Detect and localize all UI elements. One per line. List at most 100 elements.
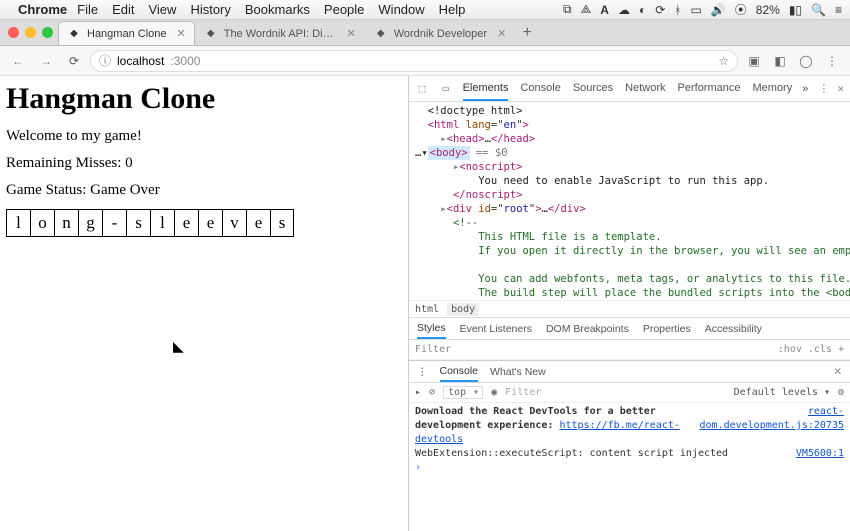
page-viewport: Hangman Clone Welcome to my game! Remain… — [0, 76, 408, 531]
letter-cell: v — [222, 209, 246, 237]
menubar-item[interactable]: File — [77, 2, 98, 17]
close-window-button[interactable] — [8, 27, 19, 38]
devtools-toolbar: ⬚ ▭ Elements Console Sources Network Perform… — [409, 76, 850, 102]
devtools-tab[interactable]: Memory — [753, 77, 793, 101]
devtools-close-icon[interactable]: ✕ — [837, 82, 844, 95]
cloud-icon: ☁︎ — [618, 3, 630, 17]
console-output[interactable]: Download the React DevTools for a better… — [409, 403, 850, 531]
extension-icon[interactable]: ▣ — [746, 53, 762, 69]
letter-cell: e — [198, 209, 222, 237]
close-tab-icon[interactable]: ✕ — [347, 27, 356, 40]
drawer-close-icon[interactable]: ✕ — [833, 366, 842, 378]
screenshare-icon: ⧉ — [563, 2, 572, 17]
letter-cell: o — [30, 209, 54, 237]
menubar-item[interactable]: Bookmarks — [245, 2, 310, 17]
mouse-cursor-icon: ◣ — [173, 338, 184, 355]
live-expression-icon[interactable]: ◉ — [491, 387, 497, 398]
favicon-icon: ◆ — [204, 27, 218, 41]
menubar-item[interactable]: Edit — [112, 2, 134, 17]
console-sidebar-icon[interactable]: ▸ — [415, 387, 421, 398]
devtools-tab[interactable]: Network — [625, 77, 665, 101]
browser-tab[interactable]: ◆ Hangman Clone ✕ — [58, 21, 195, 45]
letter-cell: - — [102, 209, 126, 237]
menubar-item[interactable]: History — [190, 2, 230, 17]
favicon-icon: ◆ — [67, 27, 81, 41]
console-levels-select[interactable]: Default levels ▾ — [734, 387, 830, 398]
drawer-menu-icon[interactable]: ⋮ — [417, 366, 428, 378]
profile-icon[interactable]: ◯ — [798, 53, 814, 69]
console-settings-icon[interactable]: ⚙ — [838, 387, 844, 398]
styles-tab[interactable]: DOM Breakpoints — [546, 320, 629, 338]
refresh-icon: ⟳ — [655, 3, 665, 17]
dom-tree[interactable]: <!doctype html> <html lang="en"> ▸<head>… — [409, 102, 850, 300]
inspect-element-icon[interactable]: ⬚ — [415, 82, 429, 95]
chrome-menu-icon[interactable]: ⋮ — [824, 53, 840, 69]
chrome-tabstrip: ◆ Hangman Clone ✕ ◆ The Wordnik API: Diction… — [0, 20, 850, 46]
toolbar-extensions: ▣ ◧ ◯ ⋮ — [742, 53, 844, 69]
more-tabs-icon[interactable]: » — [802, 83, 808, 95]
letter-cell: s — [270, 209, 294, 237]
dropbox-icon: ⟁ — [581, 2, 592, 17]
devtools-tab[interactable]: Performance — [678, 77, 741, 101]
devtools-drawer: ⋮ Console What's New ✕ ▸ ⊘ top ◉ Filter … — [409, 360, 850, 531]
extension-icon[interactable]: ◧ — [772, 53, 788, 69]
welcome-text: Welcome to my game! — [6, 128, 402, 145]
devtools-menu-icon[interactable]: ⋮ — [818, 82, 829, 95]
devtools-tab[interactable]: Sources — [573, 77, 613, 101]
back-button[interactable]: ← — [6, 49, 30, 73]
styles-tab[interactable]: Event Listeners — [460, 320, 532, 338]
volume-icon: 🔊 — [711, 3, 726, 17]
clear-console-icon[interactable]: ⊘ — [429, 387, 435, 398]
new-style-rule-icon[interactable]: + — [838, 344, 844, 355]
close-tab-icon[interactable]: ✕ — [497, 27, 506, 40]
browser-tab[interactable]: ◆ The Wordnik API: Dictionary D ✕ — [195, 21, 365, 45]
menubar-item[interactable]: Window — [378, 2, 424, 17]
console-context-select[interactable]: top — [443, 386, 483, 399]
url-host: localhost — [117, 54, 164, 68]
breadcrumb-item[interactable]: html — [415, 304, 439, 315]
site-info-icon[interactable]: ⓘ — [99, 52, 111, 69]
chrome-toolbar: ← → ⟳ ⓘ localhost:3000 ☆ ▣ ◧ ◯ ⋮ — [0, 46, 850, 76]
styles-tab[interactable]: Accessibility — [705, 320, 762, 338]
favicon-icon: ◆ — [374, 27, 388, 41]
window-controls[interactable] — [8, 27, 53, 38]
bluetooth-icon: ᚼ — [674, 3, 681, 17]
maximize-window-button[interactable] — [42, 27, 53, 38]
device-toolbar-icon[interactable]: ▭ — [439, 82, 453, 95]
drawer-tab-whatsnew[interactable]: What's New — [490, 363, 546, 381]
tab-title: Hangman Clone — [87, 28, 167, 40]
breadcrumb-item[interactable]: body — [447, 303, 479, 316]
styles-tab[interactable]: Styles — [417, 319, 446, 339]
menubar-item[interactable]: Help — [439, 2, 466, 17]
letter-cell: n — [54, 209, 78, 237]
letter-grid: long-sleeves — [6, 209, 402, 237]
close-tab-icon[interactable]: ✕ — [177, 27, 186, 40]
menubar-item[interactable]: People — [324, 2, 364, 17]
minimize-window-button[interactable] — [25, 27, 36, 38]
browser-tab[interactable]: ◆Wordnik Developer✕ — [365, 21, 516, 45]
cls-toggle[interactable]: .cls — [808, 344, 832, 355]
address-bar[interactable]: ⓘ localhost:3000 ☆ — [90, 50, 738, 72]
wifi-icon: ⦿ — [735, 1, 747, 18]
menubar-item[interactable]: View — [148, 2, 176, 17]
bookmark-star-icon[interactable]: ☆ — [718, 54, 729, 68]
hov-toggle[interactable]: :hov — [778, 344, 802, 355]
devtools-tab[interactable]: Console — [520, 77, 560, 101]
new-tab-button[interactable]: + — [515, 21, 539, 45]
styles-tab[interactable]: Properties — [643, 320, 691, 338]
display-icon: ▭ — [690, 3, 701, 17]
devtools-tab[interactable]: Elements — [463, 77, 509, 101]
remaining-misses: Remaining Misses: 0 — [6, 155, 402, 172]
dom-breadcrumb[interactable]: html body — [409, 300, 850, 318]
console-filter-input[interactable]: Filter — [505, 387, 725, 398]
letter-cell: l — [6, 209, 30, 237]
console-toolbar: ▸ ⊘ top ◉ Filter Default levels ▾ ⚙ — [409, 383, 850, 403]
forward-button[interactable]: → — [34, 49, 58, 73]
devtools-panel: ⬚ ▭ Elements Console Sources Network Perform… — [408, 76, 850, 531]
tab-title: The Wordnik API: Dictionary D — [224, 28, 337, 40]
drawer-tab-console[interactable]: Console — [440, 362, 479, 382]
letter-cell: l — [150, 209, 174, 237]
reload-button[interactable]: ⟳ — [62, 49, 86, 73]
styles-filter-input[interactable]: Filter — [415, 344, 778, 355]
macos-menubar: Chrome FileEditViewHistoryBookmarksPeopl… — [0, 0, 850, 20]
